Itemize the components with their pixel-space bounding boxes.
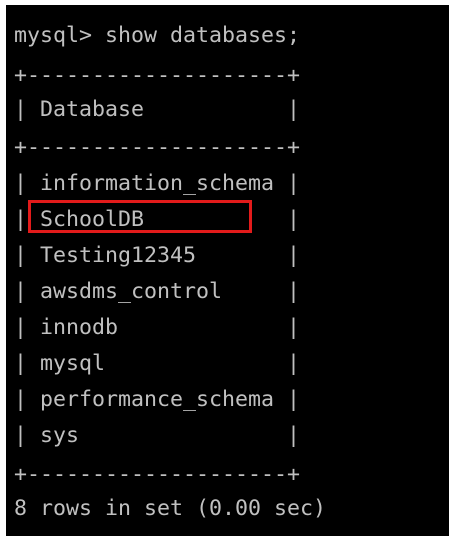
table-row-innodb: | innodb | xyxy=(14,315,301,340)
table-row-mysql: | mysql | xyxy=(14,351,301,376)
table-header-database: | Database | xyxy=(14,97,301,122)
table-row-performance-schema: | performance_schema | xyxy=(14,387,301,412)
terminal-window[interactable]: mysql> show databases; +----------------… xyxy=(6,5,449,536)
table-row-testing12345: | Testing12345 | xyxy=(14,243,301,268)
table-border-top: +--------------------+ xyxy=(14,63,301,88)
table-border-bottom: +--------------------+ xyxy=(14,462,301,487)
table-border-header: +--------------------+ xyxy=(14,135,301,160)
command-prompt-line: mysql> show databases; xyxy=(14,23,301,48)
table-row-information-schema: | information_schema | xyxy=(14,171,301,196)
table-row-awsdms-control: | awsdms_control | xyxy=(14,279,301,304)
table-row-sys: | sys | xyxy=(14,423,301,448)
table-row-schooldb: | SchoolDB | xyxy=(14,207,301,232)
result-summary: 8 rows in set (0.00 sec) xyxy=(14,496,327,521)
